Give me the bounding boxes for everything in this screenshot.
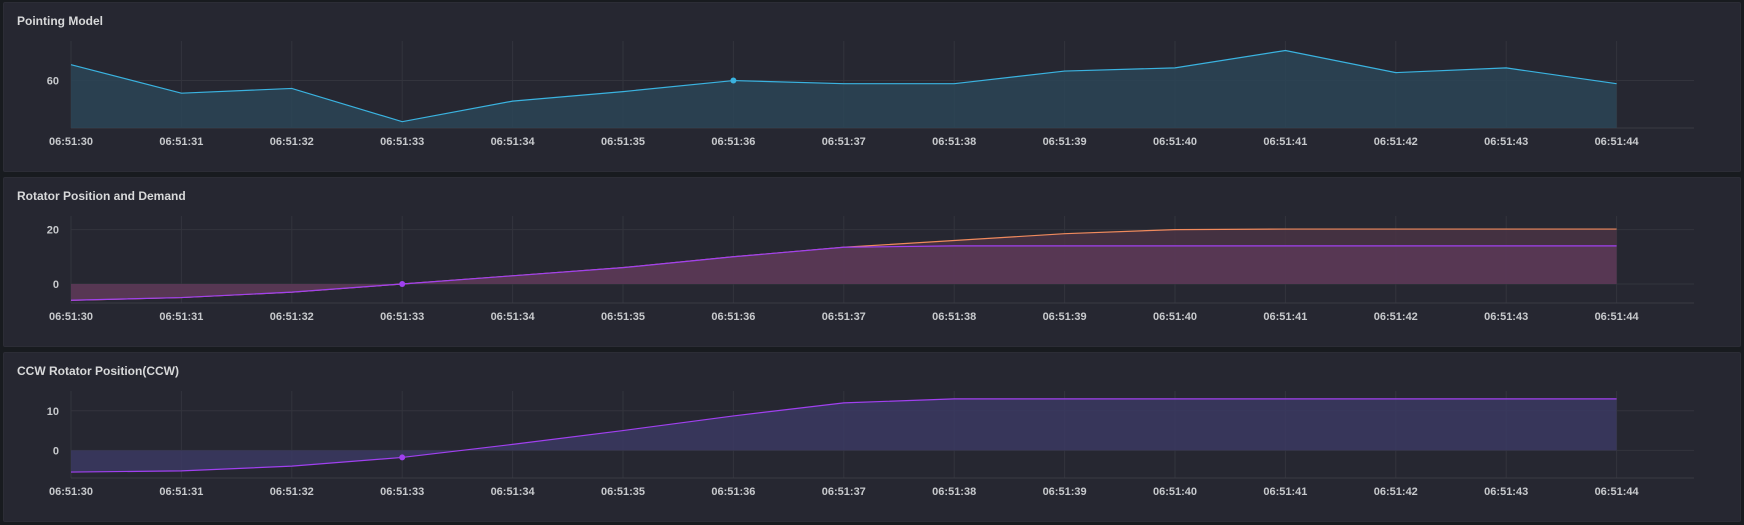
- panel-pointing-model: Pointing Model 60 06:51:30 06:51:31 06:51:3…: [3, 2, 1741, 172]
- x-tick-label: 06:51:33: [380, 136, 424, 148]
- x-tick-label: 06:51:38: [932, 486, 976, 498]
- x-tick-label: 06:51:32: [270, 486, 314, 498]
- x-tick-label: 06:51:30: [49, 311, 93, 323]
- x-tick-label: 06:51:39: [1043, 311, 1087, 323]
- x-tick-label: 06:51:32: [270, 311, 314, 323]
- x-tick-label: 06:51:30: [49, 486, 93, 498]
- hover-point[interactable]: [730, 77, 737, 84]
- y-tick-label: 0: [53, 279, 59, 291]
- x-tick-label: 06:51:38: [932, 136, 976, 148]
- panel-ccw-rotator-position: CCW Rotator Position(CCW) 0 10 06:51:30 06:…: [3, 352, 1741, 522]
- x-tick-label: 06:51:43: [1484, 136, 1528, 148]
- ccw-rotator-position-chart: 0 10 06:51:30 06:51:31 06:51:32 06:51:33 06:51…: [47, 391, 1694, 498]
- panel-rotator-position-demand: Rotator Position and Demand 0 20 06:51:30 0…: [3, 177, 1741, 347]
- x-tick-label: 06:51:35: [601, 486, 645, 498]
- x-tick-label: 06:51:36: [711, 136, 755, 148]
- x-tick-label: 06:51:40: [1153, 136, 1197, 148]
- x-tick-label: 06:51:34: [491, 136, 536, 148]
- x-tick-label: 06:51:37: [822, 136, 866, 148]
- hover-point[interactable]: [399, 280, 406, 287]
- x-tick-label: 06:51:42: [1374, 311, 1418, 323]
- x-tick-label: 06:51:34: [491, 311, 536, 323]
- x-tick-label: 06:51:31: [159, 486, 203, 498]
- x-tick-label: 06:51:42: [1374, 486, 1418, 498]
- x-tick-label: 06:51:44: [1595, 136, 1640, 148]
- x-tick-label: 06:51:42: [1374, 136, 1418, 148]
- x-tick-label: 06:51:38: [932, 311, 976, 323]
- x-tick-label: 06:51:43: [1484, 311, 1528, 323]
- x-tick-label: 06:51:37: [822, 486, 866, 498]
- y-tick-label: 60: [47, 76, 59, 88]
- x-tick-label: 06:51:41: [1263, 311, 1307, 323]
- x-tick-label: 06:51:37: [822, 311, 866, 323]
- hover-point[interactable]: [399, 454, 406, 461]
- x-tick-label: 06:51:39: [1043, 136, 1087, 148]
- x-tick-label: 06:51:39: [1043, 486, 1087, 498]
- x-tick-label: 06:51:35: [601, 311, 645, 323]
- x-tick-label: 06:51:30: [49, 136, 93, 148]
- y-tick-label: 0: [53, 445, 59, 457]
- x-tick-label: 06:51:36: [711, 486, 755, 498]
- x-tick-label: 06:51:40: [1153, 486, 1197, 498]
- x-tick-label: 06:51:31: [159, 136, 203, 148]
- x-tick-label: 06:51:35: [601, 136, 645, 148]
- y-tick-label: 20: [47, 225, 59, 237]
- x-tick-label: 06:51:41: [1263, 136, 1307, 148]
- x-tick-label: 06:51:40: [1153, 311, 1197, 323]
- x-tick-label: 06:51:44: [1595, 311, 1640, 323]
- x-tick-label: 06:51:31: [159, 311, 203, 323]
- x-tick-label: 06:51:44: [1595, 486, 1640, 498]
- x-tick-label: 06:51:33: [380, 486, 424, 498]
- y-tick-label: 10: [47, 406, 59, 418]
- pointing-model-chart: 60 06:51:30 06:51:31 06:51:32 06:51:33 06:51:…: [47, 41, 1694, 148]
- x-tick-label: 06:51:32: [270, 136, 314, 148]
- x-tick-label: 06:51:33: [380, 311, 424, 323]
- x-tick-label: 06:51:34: [491, 486, 536, 498]
- rotator-position-demand-chart: 0 20 06:51:30 06:51:31 06:51:32 06:51:33 06:51…: [47, 216, 1694, 323]
- x-tick-label: 06:51:43: [1484, 486, 1528, 498]
- x-tick-label: 06:51:36: [711, 311, 755, 323]
- x-tick-label: 06:51:41: [1263, 486, 1307, 498]
